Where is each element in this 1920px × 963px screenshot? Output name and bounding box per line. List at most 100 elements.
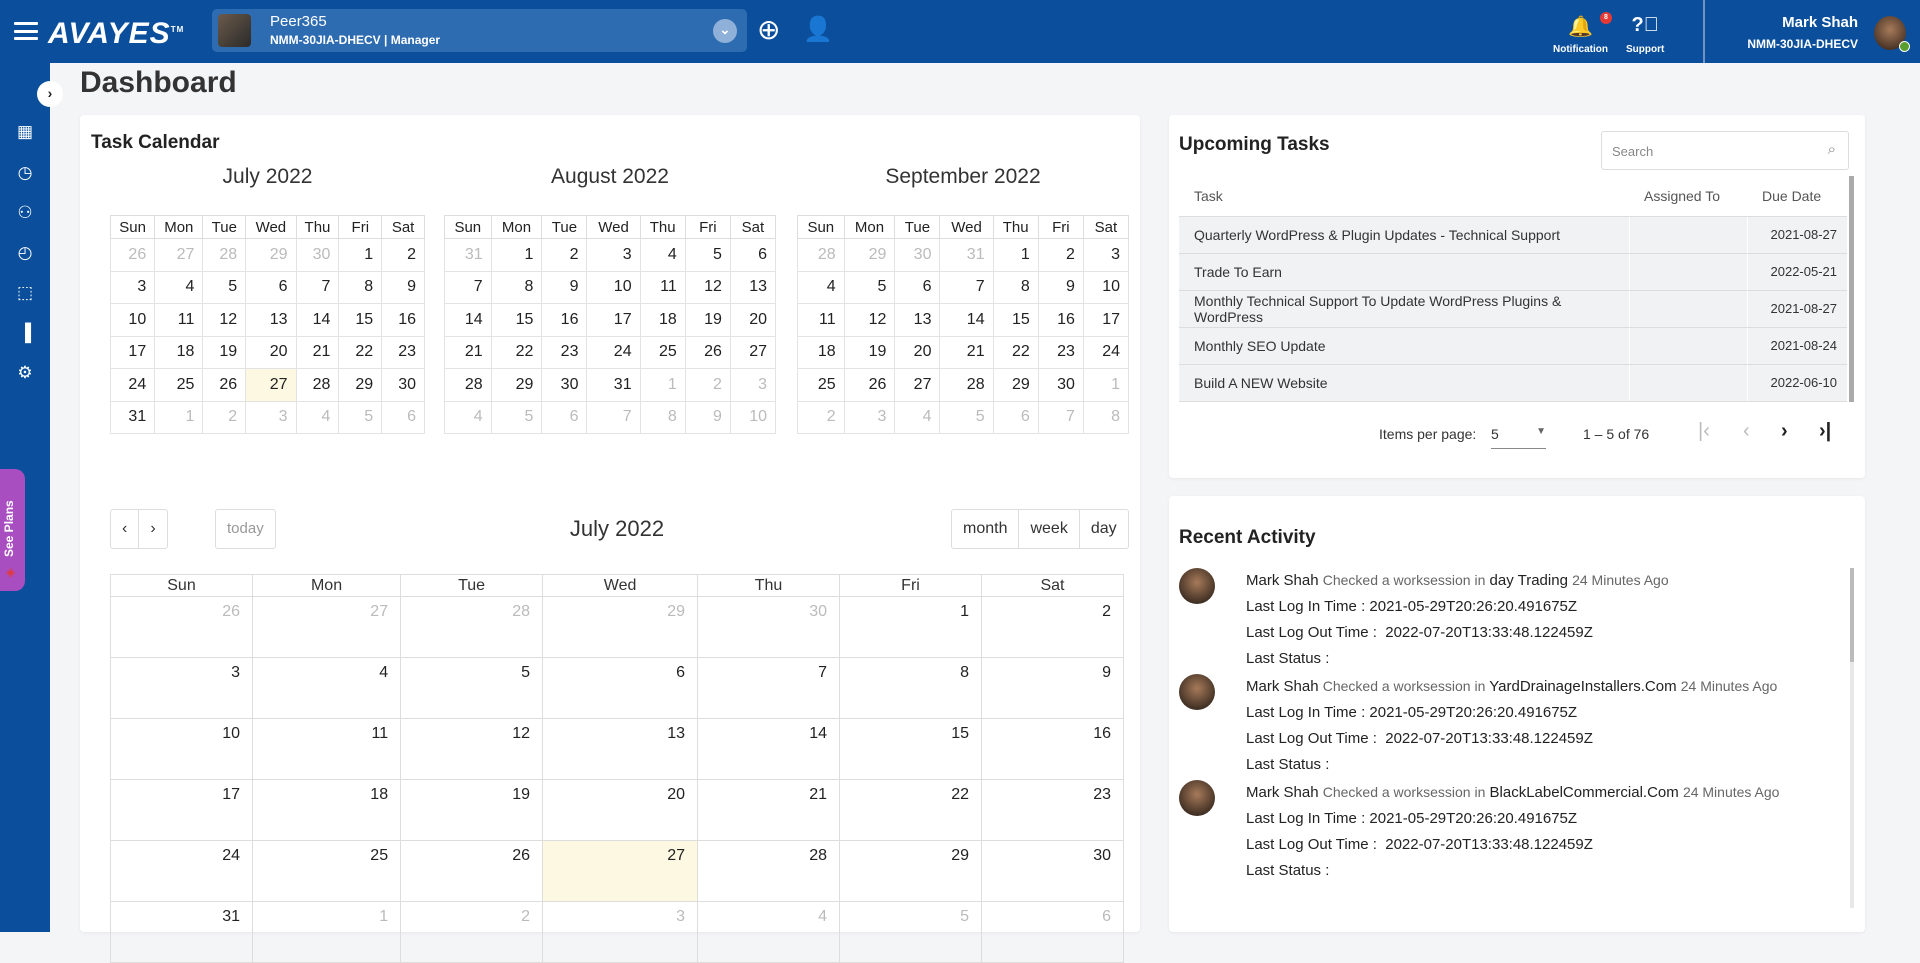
day-cell[interactable]: 31	[110, 901, 253, 963]
column-header-task[interactable]: Task	[1179, 176, 1629, 217]
day-cell[interactable]: 26	[109, 238, 156, 272]
day-cell[interactable]: 24	[110, 840, 253, 902]
day-cell[interactable]: 20	[542, 779, 699, 841]
day-cell[interactable]: 21	[939, 335, 994, 369]
scrollbar[interactable]	[1850, 568, 1854, 908]
day-cell[interactable]: 29	[542, 596, 699, 658]
day-cell[interactable]: 19	[400, 779, 544, 841]
chevron-down-icon[interactable]: ⌄	[713, 19, 737, 43]
day-cell[interactable]: 6	[981, 901, 1124, 963]
day-cell[interactable]: 2	[1037, 238, 1084, 272]
table-row[interactable]: Trade To Earn 2022-05-21	[1179, 253, 1847, 291]
selection-icon[interactable]: ⬚	[13, 281, 37, 305]
column-header-due-date[interactable]: Due Date	[1747, 176, 1847, 217]
day-cell[interactable]: 1	[992, 238, 1039, 272]
day-cell[interactable]: 4	[295, 400, 340, 434]
day-cell[interactable]: 4	[894, 400, 941, 434]
prev-page-icon[interactable]: ‹	[1743, 420, 1750, 443]
day-cell[interactable]: 6	[245, 270, 297, 304]
day-cell[interactable]: 19	[684, 303, 731, 337]
chevron-right-icon[interactable]: ›	[37, 81, 63, 107]
day-cell[interactable]: 31	[109, 400, 156, 434]
day-cell[interactable]: 21	[295, 335, 340, 369]
day-cell[interactable]: 10	[109, 303, 156, 337]
day-cell[interactable]: 11	[797, 303, 845, 337]
day-cell[interactable]: 4	[154, 270, 204, 304]
day-cell[interactable]: 10	[729, 400, 777, 434]
day-cell[interactable]: 12	[400, 718, 544, 780]
day-cell[interactable]: 19	[202, 335, 247, 369]
day-cell[interactable]: 10	[586, 270, 641, 304]
table-row[interactable]: Build A NEW Website 2022-06-10	[1179, 364, 1847, 402]
day-cell[interactable]: 1	[154, 400, 204, 434]
activity-user[interactable]: Mark Shah	[1246, 678, 1319, 695]
day-cell[interactable]: 26	[843, 368, 896, 402]
day-cell[interactable]: 3	[110, 657, 253, 719]
day-cell[interactable]: 17	[109, 335, 156, 369]
dashboard-icon[interactable]: ▦	[13, 120, 37, 144]
day-cell[interactable]: 31	[586, 368, 641, 402]
day-cell[interactable]: 29	[839, 840, 982, 902]
day-cell[interactable]: 29	[245, 238, 297, 272]
day-cell[interactable]: 4	[444, 400, 492, 434]
day-cell[interactable]: 30	[981, 840, 1124, 902]
day-cell[interactable]: 23	[1037, 335, 1084, 369]
day-cell[interactable]: 9	[981, 657, 1124, 719]
day-cell[interactable]: 16	[381, 303, 425, 337]
day-cell[interactable]: 25	[639, 335, 686, 369]
table-row[interactable]: Monthly SEO Update 2021-08-24	[1179, 327, 1847, 365]
day-cell[interactable]: 5	[202, 270, 247, 304]
day-cell[interactable]: 20	[729, 303, 777, 337]
day-cell[interactable]: 25	[251, 840, 402, 902]
day-cell[interactable]: 16	[1037, 303, 1084, 337]
day-cell[interactable]: 27	[154, 238, 204, 272]
day-cell-today[interactable]: 27	[245, 368, 297, 402]
day-cell[interactable]: 26	[400, 840, 544, 902]
day-cell[interactable]: 22	[490, 335, 543, 369]
day-cell[interactable]: 6	[729, 238, 777, 272]
day-cell[interactable]: 7	[586, 400, 641, 434]
menu-icon[interactable]	[14, 22, 38, 40]
day-cell[interactable]: 4	[639, 238, 686, 272]
search-input[interactable]: Search ⌕	[1601, 131, 1849, 170]
day-cell[interactable]: 10	[110, 718, 253, 780]
logo[interactable]: AVAYESTM	[48, 17, 184, 51]
day-cell[interactable]: 25	[154, 368, 204, 402]
day-cell[interactable]: 23	[981, 779, 1124, 841]
day-cell[interactable]: 8	[1082, 400, 1130, 434]
day-cell[interactable]: 2	[541, 238, 588, 272]
day-cell[interactable]: 18	[251, 779, 402, 841]
view-week-button[interactable]: week	[1019, 510, 1080, 548]
day-cell[interactable]: 4	[251, 657, 402, 719]
day-cell[interactable]: 16	[981, 718, 1124, 780]
day-cell[interactable]: 1	[639, 368, 686, 402]
day-cell[interactable]: 1	[251, 901, 402, 963]
day-cell[interactable]: 8	[338, 270, 383, 304]
day-cell[interactable]: 7	[697, 657, 841, 719]
day-cell[interactable]: 31	[939, 238, 994, 272]
notification-button[interactable]: 🔔 8 Notification	[1553, 12, 1612, 55]
day-cell[interactable]: 9	[381, 270, 425, 304]
day-cell[interactable]: 13	[729, 270, 777, 304]
day-cell[interactable]: 27	[251, 596, 402, 658]
day-cell[interactable]: 12	[843, 303, 896, 337]
day-cell[interactable]: 30	[381, 368, 425, 402]
day-cell[interactable]: 1	[1082, 368, 1130, 402]
day-cell[interactable]: 2	[381, 238, 425, 272]
table-row[interactable]: Monthly Technical Support To Update Word…	[1179, 290, 1847, 328]
day-cell[interactable]: 9	[541, 270, 588, 304]
day-cell[interactable]: 19	[843, 335, 896, 369]
add-circle-icon[interactable]: ⊕	[757, 13, 780, 46]
day-cell[interactable]: 23	[541, 335, 588, 369]
column-header-assigned[interactable]: Assigned To	[1629, 176, 1747, 217]
day-cell[interactable]: 9	[684, 400, 731, 434]
day-cell[interactable]: 5	[939, 400, 994, 434]
user-menu[interactable]: Mark Shah NMM-30JIA-DHECV	[1747, 14, 1858, 51]
day-cell[interactable]: 13	[894, 303, 941, 337]
day-cell[interactable]: 20	[245, 335, 297, 369]
day-cell[interactable]: 14	[295, 303, 340, 337]
day-cell[interactable]: 7	[444, 270, 492, 304]
bar-chart-icon[interactable]: ▐	[13, 321, 37, 345]
day-cell[interactable]: 2	[400, 901, 544, 963]
day-cell[interactable]: 5	[684, 238, 731, 272]
